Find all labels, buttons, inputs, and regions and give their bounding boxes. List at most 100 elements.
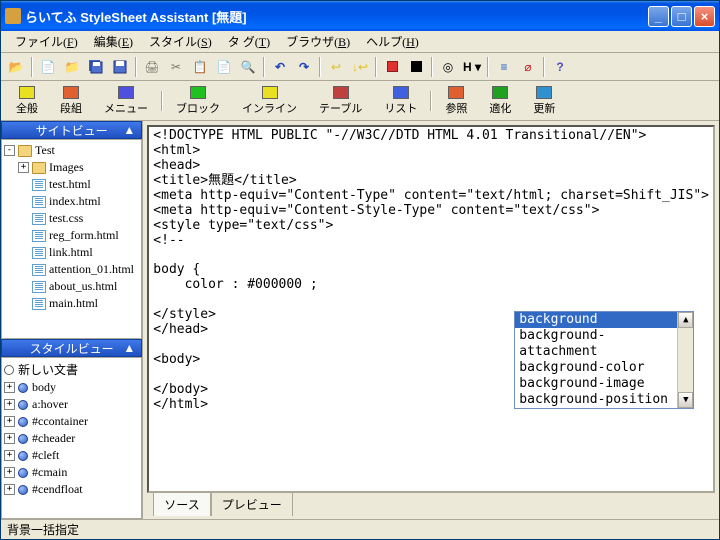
style-view-header[interactable]: スタイルビュー ▲	[1, 339, 142, 357]
paste-button[interactable]: 📄	[213, 56, 235, 78]
undo-button[interactable]: ↶	[269, 56, 291, 78]
category-icon	[333, 86, 349, 99]
style-view-title: スタイルビュー	[30, 340, 114, 357]
object-button[interactable]: ◎	[437, 56, 459, 78]
category-参照[interactable]: 参照	[434, 83, 478, 119]
category-icon	[118, 86, 134, 99]
tree-file[interactable]: link.html	[4, 244, 139, 261]
tab-ソース[interactable]: ソース	[153, 492, 210, 516]
toolbar-main: 📂 📄 📁 🖨 ✂ 📋 📄 🔍 ↶ ↷ ↩ ↓↩ ◎ H ▾ ≡ ⌀ ?	[1, 53, 719, 81]
autocomplete-item[interactable]: background	[515, 312, 677, 328]
site-view-tree: -Test+Imagestest.htmlindex.htmltest.cssr…	[1, 139, 142, 339]
save-button[interactable]	[109, 56, 131, 78]
collapse-icon: ▲	[123, 341, 135, 355]
category-label: ブロック	[176, 100, 220, 116]
titlebar: らいてふ StyleSheet Assistant [無題] _ □ ×	[1, 1, 719, 31]
category-リスト[interactable]: リスト	[373, 83, 428, 119]
site-view-title: サイトビュー	[36, 122, 108, 139]
tree-file[interactable]: test.css	[4, 210, 139, 227]
copy-button[interactable]: 📋	[189, 56, 211, 78]
menubar: ファイル(F)編集(E)スタイル(S)タ グ(T)ブラウザ(B)ヘルプ(H)	[1, 31, 719, 53]
open-folder-button[interactable]: 📂	[5, 56, 27, 78]
autocomplete-scrollbar[interactable]: ▲ ▼	[677, 312, 693, 408]
tab-プレビュー[interactable]: プレビュー	[211, 492, 293, 516]
menu-item[interactable]: ヘルプ(H)	[358, 31, 427, 52]
style-item[interactable]: +body	[4, 379, 139, 396]
find-button[interactable]: 🔍	[237, 56, 259, 78]
separator	[161, 91, 163, 111]
menu-item[interactable]: タ グ(T)	[220, 31, 278, 52]
editor-frame: <!DOCTYPE HTML PUBLIC "-//W3C//DTD HTML …	[147, 125, 715, 493]
category-インライン[interactable]: インライン	[231, 83, 308, 119]
separator	[375, 57, 377, 77]
category-ブロック[interactable]: ブロック	[165, 83, 231, 119]
category-label: メニュー	[104, 100, 148, 116]
separator	[31, 57, 33, 77]
minimize-button[interactable]: _	[648, 6, 669, 27]
menu-item[interactable]: スタイル(S)	[141, 31, 220, 52]
tree-file[interactable]: test.html	[4, 176, 139, 193]
scroll-up-button[interactable]: ▲	[678, 312, 693, 328]
downflag-button[interactable]: ↓↩	[349, 56, 371, 78]
autocomplete-popup: backgroundbackground-attachmentbackgroun…	[514, 311, 694, 409]
separator	[431, 57, 433, 77]
autocomplete-item[interactable]: background-color	[515, 360, 677, 376]
open-file-button[interactable]: 📁	[61, 56, 83, 78]
style-item[interactable]: +#ccontainer	[4, 413, 139, 430]
category-全般[interactable]: 全般	[5, 83, 49, 119]
category-label: 段組	[60, 100, 82, 116]
autocomplete-item[interactable]: background-attachment	[515, 328, 677, 360]
category-label: 参照	[445, 100, 467, 116]
autocomplete-item[interactable]: background-position	[515, 392, 677, 408]
separator	[543, 57, 545, 77]
app-icon	[5, 8, 21, 24]
category-更新[interactable]: 更新	[522, 83, 566, 119]
style-item[interactable]: +#cendfloat	[4, 481, 139, 498]
category-テーブル[interactable]: テーブル	[308, 83, 373, 119]
tree-file[interactable]: index.html	[4, 193, 139, 210]
style-root[interactable]: 新しい文書	[4, 360, 139, 379]
tree-file[interactable]: about_us.html	[4, 278, 139, 295]
style-item[interactable]: +#cleft	[4, 447, 139, 464]
tree-file[interactable]: reg_form.html	[4, 227, 139, 244]
style-item[interactable]: +#cmain	[4, 464, 139, 481]
cut-button[interactable]: ✂	[165, 56, 187, 78]
color-black-button[interactable]	[405, 56, 427, 78]
redo-button[interactable]: ↷	[293, 56, 315, 78]
new-file-button[interactable]: 📄	[37, 56, 59, 78]
help-button[interactable]: ?	[549, 56, 571, 78]
style-item[interactable]: +a:hover	[4, 396, 139, 413]
color-red-button[interactable]	[381, 56, 403, 78]
autocomplete-list: backgroundbackground-attachmentbackgroun…	[515, 312, 677, 408]
menu-item[interactable]: ブラウザ(B)	[278, 31, 358, 52]
category-適化[interactable]: 適化	[478, 83, 522, 119]
menu-item[interactable]: ファイル(F)	[7, 31, 86, 52]
category-label: 全般	[16, 100, 38, 116]
category-メニュー[interactable]: メニュー	[93, 83, 159, 119]
save-all-button[interactable]	[85, 56, 107, 78]
tree-file[interactable]: main.html	[4, 295, 139, 312]
tree-root[interactable]: -Test	[4, 142, 139, 159]
category-icon	[536, 86, 552, 99]
category-段組[interactable]: 段組	[49, 83, 93, 119]
maximize-button[interactable]: □	[671, 6, 692, 27]
heading-button[interactable]: H ▾	[461, 56, 483, 78]
style-item[interactable]: +#cheader	[4, 430, 139, 447]
category-icon	[492, 86, 508, 99]
link-button[interactable]: ⌀	[517, 56, 539, 78]
tree-file[interactable]: attention_01.html	[4, 261, 139, 278]
app-window: らいてふ StyleSheet Assistant [無題] _ □ × ファイ…	[0, 0, 720, 540]
editor-tabs: ソースプレビュー	[147, 493, 715, 515]
site-view-header[interactable]: サイトビュー ▲	[1, 121, 142, 139]
category-label: テーブル	[319, 100, 362, 116]
scroll-down-button[interactable]: ▼	[678, 392, 693, 408]
scroll-track[interactable]	[678, 328, 693, 392]
list-button[interactable]: ≡	[493, 56, 515, 78]
tree-folder[interactable]: +Images	[4, 159, 139, 176]
menu-item[interactable]: 編集(E)	[86, 31, 141, 52]
flag-button[interactable]: ↩	[325, 56, 347, 78]
close-button[interactable]: ×	[694, 6, 715, 27]
category-icon	[63, 86, 79, 99]
print-button[interactable]: 🖨	[141, 56, 163, 78]
autocomplete-item[interactable]: background-image	[515, 376, 677, 392]
